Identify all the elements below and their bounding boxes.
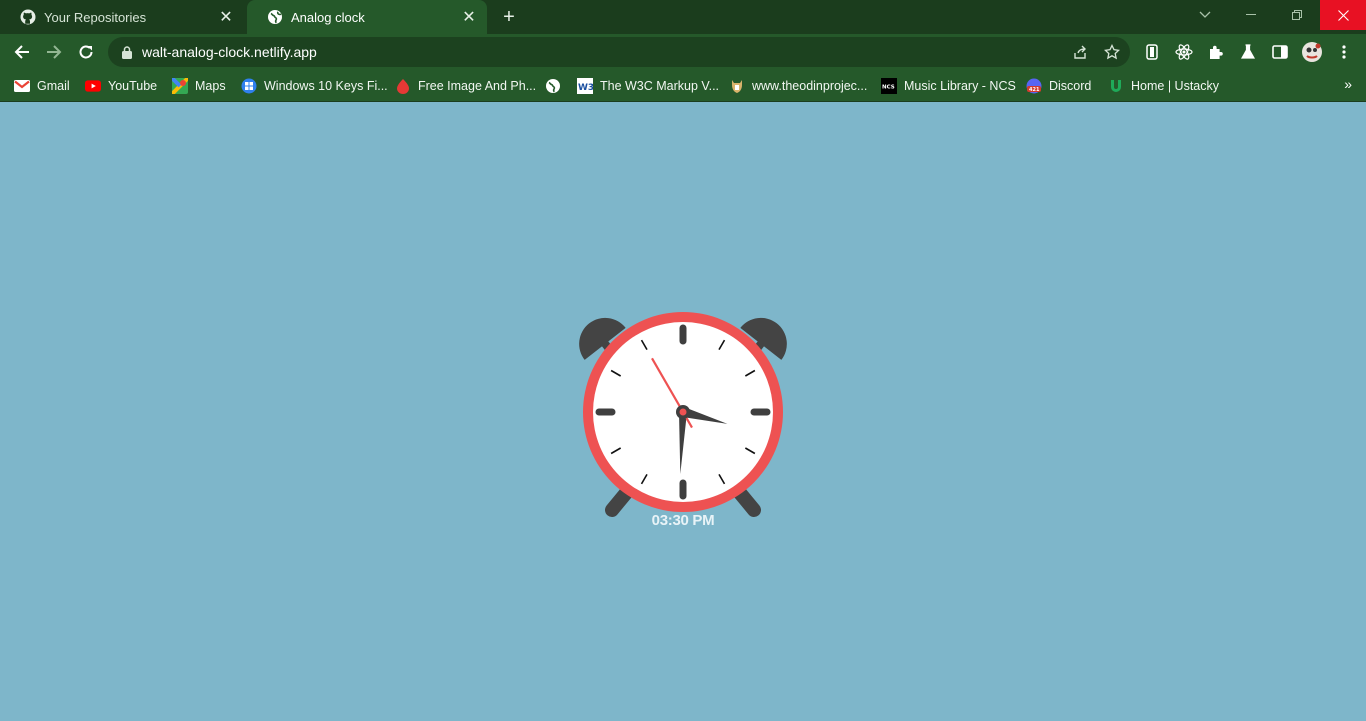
bookmark-discord[interactable]: 421 Discord: [1026, 75, 1091, 97]
bookmark-windows-10-keys[interactable]: Windows 10 Keys Fi...: [241, 75, 388, 97]
youtube-icon: [85, 78, 101, 94]
reload-button[interactable]: [72, 38, 100, 66]
tab-analog-clock[interactable]: Analog clock ✕: [247, 0, 487, 34]
url-text[interactable]: walt-analog-clock.netlify.app: [142, 44, 1066, 60]
share-icon[interactable]: [1066, 38, 1094, 66]
bookmarks-overflow-icon[interactable]: »: [1344, 76, 1352, 92]
bookmarks-bar: Gmail YouTube Maps Windows 10 Keys Fi...…: [0, 70, 1366, 102]
close-tab-icon[interactable]: ✕: [216, 7, 236, 27]
reload-icon: [79, 45, 93, 59]
tab-label: Analog clock: [291, 9, 365, 25]
tab-search-icon[interactable]: [1182, 0, 1228, 30]
windows-icon: [241, 78, 257, 94]
bookmark-free-image[interactable]: Free Image And Ph...: [395, 75, 536, 97]
analog-clock: [560, 302, 806, 542]
page-content: 03:30 PM: [0, 102, 1366, 721]
image-icon: [395, 78, 411, 94]
bookmark-youtube[interactable]: YouTube: [85, 75, 157, 97]
bookmark-odin-project[interactable]: www.theodinprojec...: [729, 75, 867, 97]
side-panel-icon[interactable]: [1266, 38, 1294, 66]
phone-extension-icon[interactable]: [1138, 38, 1166, 66]
restore-button[interactable]: [1274, 0, 1320, 30]
address-bar[interactable]: walt-analog-clock.netlify.app: [108, 37, 1130, 67]
extensions-puzzle-icon[interactable]: [1202, 38, 1230, 66]
bookmark-w3c-markup[interactable]: W3 The W3C Markup V...: [577, 75, 719, 97]
arrow-right-icon: [47, 45, 62, 59]
w3c-icon: W3: [577, 78, 593, 94]
bookmark-ncs-music[interactable]: NCS Music Library - NCS: [881, 75, 1016, 97]
labs-flask-icon[interactable]: [1234, 38, 1262, 66]
arrow-left-icon: [14, 45, 29, 59]
bookmark-globe[interactable]: [545, 75, 568, 97]
odin-icon: [729, 78, 745, 94]
digital-time: 03:30 PM: [651, 512, 715, 529]
gmail-icon: [14, 78, 30, 94]
ustacky-icon: [1108, 78, 1124, 94]
clock-center-dot: [679, 408, 687, 416]
browser-toolbar: walt-analog-clock.netlify.app: [0, 34, 1366, 70]
svg-text:421: 421: [1029, 87, 1040, 93]
lock-icon[interactable]: [120, 45, 134, 59]
bookmark-star-icon[interactable]: [1098, 38, 1126, 66]
close-tab-icon[interactable]: ✕: [459, 7, 479, 27]
menu-kebab-icon[interactable]: [1330, 38, 1358, 66]
new-tab-button[interactable]: +: [498, 6, 520, 28]
bookmark-maps[interactable]: Maps: [172, 75, 226, 97]
svg-text:W3: W3: [578, 83, 593, 93]
ncs-icon: NCS: [881, 78, 897, 94]
github-icon: [20, 9, 36, 25]
globe-icon: [267, 9, 283, 25]
profile-avatar[interactable]: [1298, 38, 1326, 66]
clock-svg: [579, 312, 787, 517]
maps-icon: [172, 78, 188, 94]
bookmark-ustacky[interactable]: Home | Ustacky: [1108, 75, 1219, 97]
tab-label: Your Repositories: [44, 9, 147, 25]
tab-strip: Your Repositories ✕ Analog clock ✕ +: [0, 0, 1366, 34]
bookmark-gmail[interactable]: Gmail: [14, 75, 70, 97]
discord-icon: 421: [1026, 78, 1042, 94]
forward-button[interactable]: [40, 38, 68, 66]
close-window-button[interactable]: [1320, 0, 1366, 30]
globe-icon: [545, 78, 561, 94]
minimize-button[interactable]: [1228, 0, 1274, 30]
react-devtools-icon[interactable]: [1170, 38, 1198, 66]
svg-text:NCS: NCS: [882, 85, 895, 91]
tab-your-repositories[interactable]: Your Repositories ✕: [0, 0, 244, 34]
back-button[interactable]: [8, 38, 36, 66]
